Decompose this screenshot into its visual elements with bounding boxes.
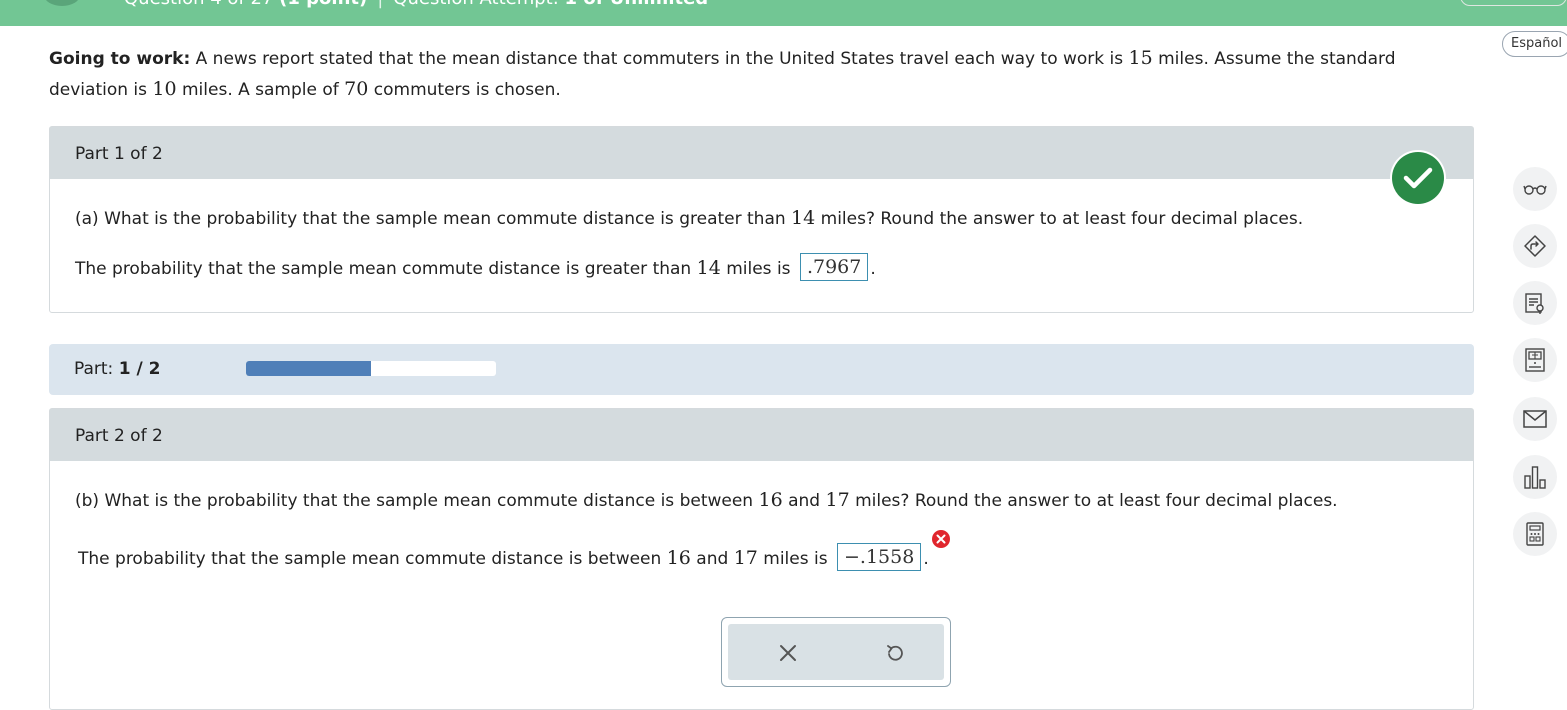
calculator-book-icon[interactable] — [1513, 338, 1557, 382]
undo-icon[interactable] — [880, 638, 910, 668]
answer-actions-inner — [728, 624, 944, 680]
attempt-value: 1 of Unlimited — [565, 0, 709, 9]
progress-value: 1 / 2 — [118, 359, 161, 379]
mail-icon[interactable] — [1513, 397, 1557, 441]
answer-period: . — [870, 259, 876, 279]
answer-text: The probability that the sample mean com… — [75, 259, 697, 279]
question-menu-button[interactable] — [44, 0, 80, 6]
clear-icon[interactable] — [773, 638, 803, 668]
answer-number: 14 — [696, 257, 721, 279]
question-text: miles? Round the answer to at least four… — [849, 491, 1338, 511]
problem-text: A news report stated that the mean dista… — [190, 49, 1129, 69]
question-text: (b) What is the probability that the sam… — [75, 491, 759, 511]
question-number: 17 — [825, 489, 850, 511]
attempt-label: Question Attempt: — [393, 0, 559, 9]
question-points: (1 point) — [279, 0, 367, 9]
question-text: miles? Round the answer to at least four… — [815, 209, 1304, 229]
answer-text: miles is — [757, 549, 833, 569]
part-2-question: (b) What is the probability that the sam… — [75, 489, 1338, 511]
language-button[interactable]: Español — [1502, 31, 1567, 57]
part-2-answer-input[interactable]: −.1558 — [837, 543, 922, 571]
problem-mean: 15 — [1128, 47, 1153, 69]
part-1-answer-line: The probability that the sample mean com… — [75, 253, 876, 283]
top-right-button[interactable] — [1460, 0, 1567, 6]
answer-number: 17 — [733, 547, 758, 569]
answer-text: miles is — [720, 259, 796, 279]
progress-track — [246, 361, 496, 376]
question-text: (a) What is the probability that the sam… — [75, 209, 792, 229]
problem-statement: Going to work: A news report stated that… — [49, 43, 1469, 105]
question-text: and — [782, 491, 826, 511]
part-progress: Part: 1 / 2 — [49, 344, 1474, 395]
question-number: 14 — [791, 207, 816, 229]
answer-text: and — [690, 549, 734, 569]
answer-number: 16 — [666, 547, 691, 569]
top-bar: Question 4 of 27 (1 point)|Question Atte… — [0, 0, 1567, 26]
question-label: Question 4 of 27 — [124, 0, 273, 9]
answer-actions — [721, 617, 951, 687]
part-2-answer-line: The probability that the sample mean com… — [78, 543, 929, 573]
problem-text: miles. A sample of — [176, 80, 345, 100]
part-1-answer-input[interactable]: .7967 — [799, 253, 869, 281]
problem-title: Going to work: — [49, 49, 191, 69]
part-2-header: Part 2 of 2 — [50, 409, 1473, 461]
progress-fill — [246, 361, 371, 376]
correct-check-icon — [1392, 152, 1444, 204]
answer-period: . — [923, 549, 929, 569]
problem-sample-size: 70 — [344, 78, 369, 100]
question-info: Question 4 of 27 (1 point)|Question Atte… — [124, 0, 708, 9]
incorrect-x-icon — [932, 530, 950, 548]
question-number: 16 — [758, 489, 783, 511]
part-1-header: Part 1 of 2 — [50, 127, 1473, 179]
progress-label-wrap: Part: 1 / 2 — [74, 359, 160, 379]
notes-icon[interactable] — [1513, 281, 1557, 325]
problem-text: commuters is chosen. — [368, 80, 561, 100]
problem-sd: 10 — [152, 78, 177, 100]
calculator-icon[interactable] — [1513, 512, 1557, 556]
glasses-icon[interactable] — [1513, 167, 1557, 211]
part-1-question: (a) What is the probability that the sam… — [75, 207, 1303, 229]
part-1-card: Part 1 of 2 (a) What is the probability … — [49, 126, 1474, 313]
bar-chart-icon[interactable] — [1513, 455, 1557, 499]
progress-label: Part: — [74, 359, 114, 379]
navigate-icon[interactable] — [1513, 224, 1557, 268]
answer-text: The probability that the sample mean com… — [78, 549, 667, 569]
